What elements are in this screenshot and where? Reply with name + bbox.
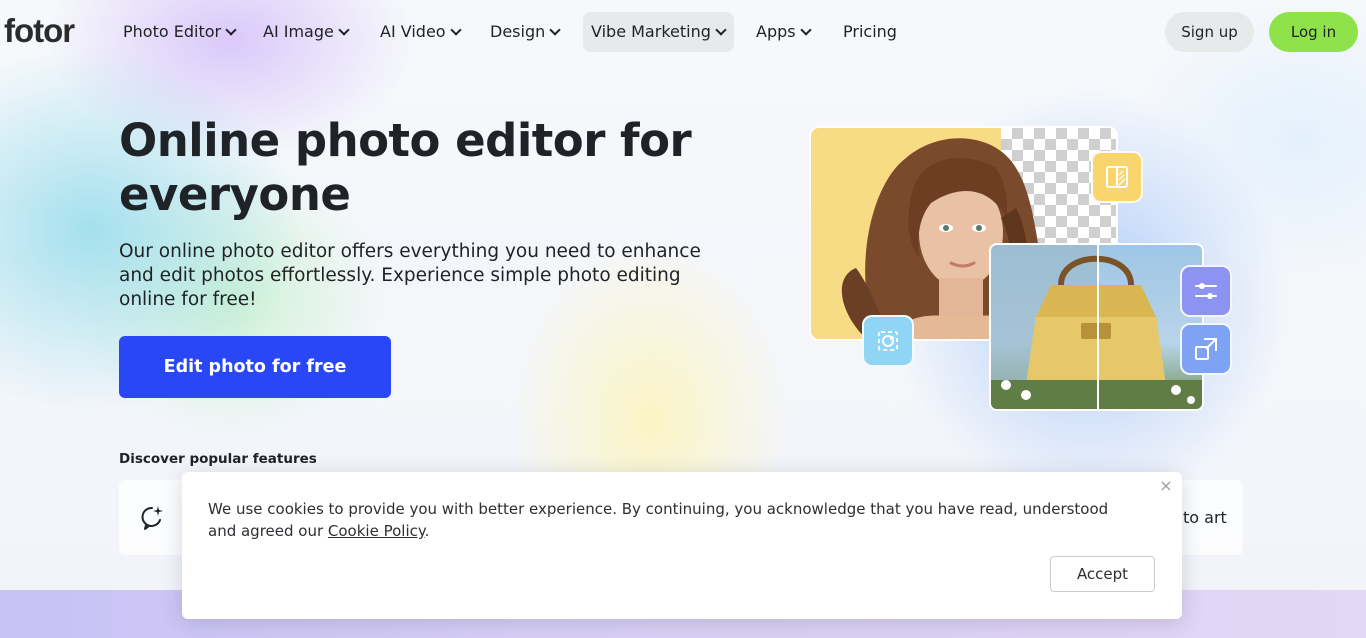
nav-photo-editor-label: Photo Editor bbox=[123, 22, 222, 41]
nav-pricing[interactable]: Pricing bbox=[835, 12, 905, 52]
nav-ai-video[interactable]: AI Video bbox=[372, 12, 468, 52]
fotor-logo[interactable]: fotor bbox=[4, 12, 75, 50]
nav-apps-label: Apps bbox=[756, 22, 796, 41]
chevron-down-icon bbox=[225, 24, 237, 36]
nav-design-label: Design bbox=[490, 22, 546, 41]
compare-icon bbox=[1106, 166, 1128, 188]
nav-photo-editor[interactable]: Photo Editor bbox=[115, 12, 243, 52]
chevron-down-icon bbox=[449, 24, 462, 36]
sign-up-button[interactable]: Sign up bbox=[1165, 12, 1254, 52]
nav-ai-image[interactable]: AI Image bbox=[255, 12, 356, 52]
nav-ai-video-label: AI Video bbox=[380, 22, 446, 41]
discover-features-heading: Discover popular features bbox=[119, 451, 317, 467]
edit-photo-button[interactable]: Edit photo for free bbox=[119, 336, 391, 398]
sparkle-chat-icon[interactable] bbox=[139, 504, 165, 530]
nav-apps[interactable]: Apps bbox=[748, 12, 818, 52]
cookie-message-end: . bbox=[424, 522, 430, 540]
accept-cookies-button[interactable]: Accept bbox=[1050, 556, 1155, 592]
chevron-down-icon bbox=[549, 24, 561, 36]
hero-description: Our online photo editor offers everythin… bbox=[119, 241, 701, 310]
feature-item-label[interactable]: to art bbox=[1183, 508, 1227, 527]
page-title: Online photo editor for everyone bbox=[119, 114, 692, 221]
top-nav: fotor Photo Editor AI Image AI Video Des… bbox=[0, 0, 1366, 64]
compare-tool-button[interactable] bbox=[1091, 151, 1143, 203]
rotate-tool-button[interactable] bbox=[862, 315, 914, 367]
rotate-icon bbox=[878, 331, 898, 351]
nav-vibe-marketing-label: Vibe Marketing bbox=[591, 22, 711, 41]
handbag-photo bbox=[989, 243, 1204, 411]
log-in-button[interactable]: Log in bbox=[1269, 12, 1358, 52]
handbag-illustration bbox=[991, 245, 1202, 409]
nav-design[interactable]: Design bbox=[482, 12, 567, 52]
sliders-icon bbox=[1195, 283, 1217, 299]
nav-pricing-label: Pricing bbox=[843, 22, 897, 41]
nav-vibe-marketing[interactable]: Vibe Marketing bbox=[583, 12, 734, 52]
adjust-tool-button[interactable] bbox=[1180, 265, 1232, 317]
resize-tool-button[interactable] bbox=[1180, 323, 1232, 375]
chevron-down-icon bbox=[715, 24, 727, 36]
cookie-banner: × We use cookies to provide you with bet… bbox=[182, 472, 1182, 619]
nav-ai-image-label: AI Image bbox=[263, 22, 334, 41]
resize-icon bbox=[1195, 338, 1217, 360]
cookie-policy-link[interactable]: Cookie Policy bbox=[328, 522, 425, 540]
cookie-message: We use cookies to provide you with bette… bbox=[208, 498, 1128, 542]
chevron-down-icon bbox=[338, 24, 350, 36]
chevron-down-icon bbox=[799, 24, 812, 36]
close-icon[interactable]: × bbox=[1158, 478, 1174, 494]
